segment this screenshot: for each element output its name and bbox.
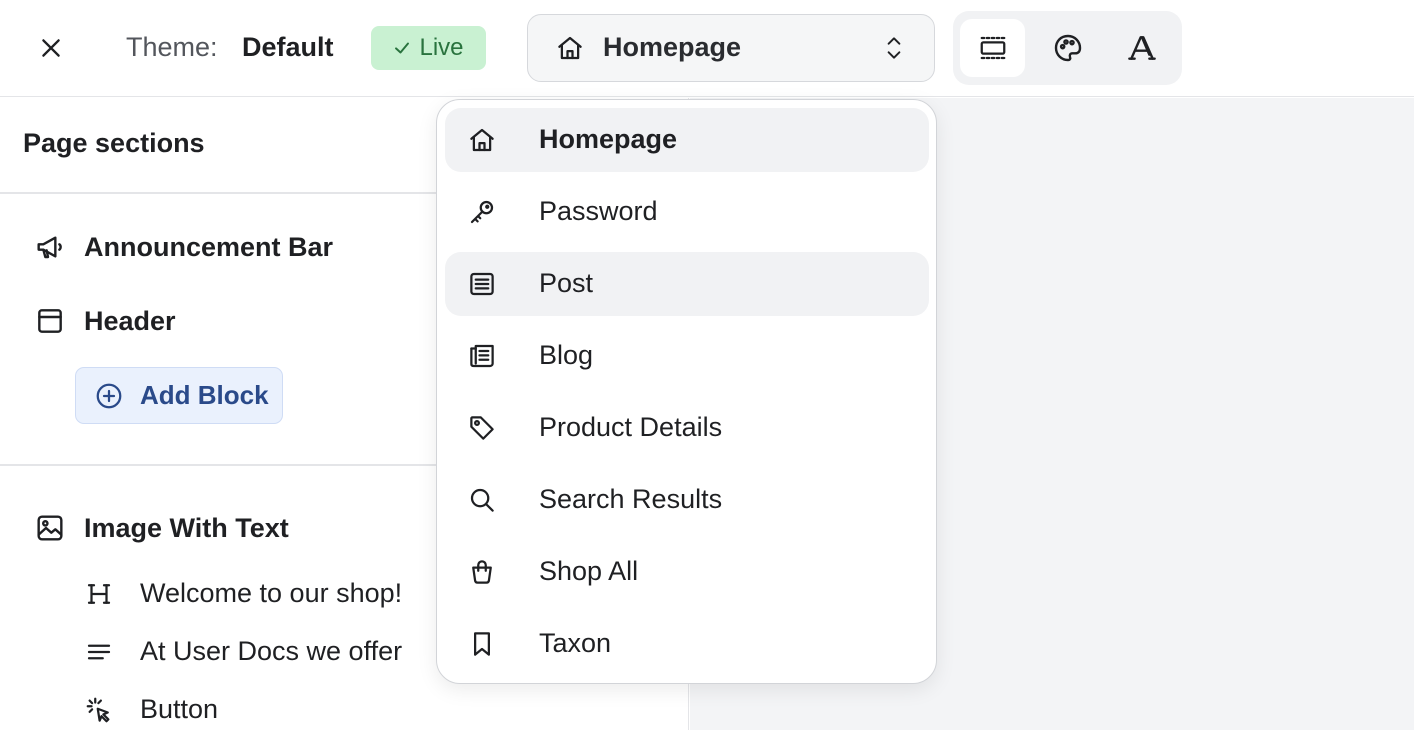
page-select-value: Homepage — [603, 32, 742, 62]
close-icon — [42, 39, 60, 57]
palette-icon — [1054, 34, 1081, 62]
add-block-label: Add Block — [140, 380, 269, 410]
block-label: Button — [140, 694, 219, 724]
image-icon — [37, 515, 63, 541]
dropdown-item-label: Homepage — [539, 124, 678, 154]
close-button[interactable] — [34, 31, 68, 65]
block-text[interactable]: At User Docs we offer — [84, 636, 402, 667]
section-image-with-text[interactable]: Image With Text — [34, 512, 289, 544]
theme-name: Default — [242, 32, 334, 62]
dropdown-item-search-results[interactable]: Search Results — [445, 468, 929, 532]
page-select[interactable]: Homepage — [527, 14, 935, 82]
dropdown-item-taxon[interactable]: Taxon — [445, 612, 929, 676]
dropdown-item-blog[interactable]: Blog — [445, 324, 929, 388]
dropdown-item-shop-all[interactable]: Shop All — [445, 540, 929, 604]
key-icon — [470, 200, 494, 224]
status-badge: Live — [371, 26, 486, 70]
search-icon — [470, 488, 494, 512]
add-block-button[interactable]: Add Block — [75, 367, 283, 424]
section-label: Image With Text — [84, 512, 289, 543]
typography-button[interactable] — [1109, 19, 1174, 77]
theme-label: Theme: — [126, 32, 218, 62]
section-header[interactable]: Header — [34, 305, 176, 337]
panel-title: Page sections — [23, 128, 205, 158]
top-bar: Theme: Default Live Homepage — [0, 0, 1414, 97]
page-select-dropdown: Homepage Password Post Blog Product Deta… — [436, 99, 937, 684]
document-icon — [470, 272, 494, 296]
dropdown-item-password[interactable]: Password — [445, 180, 929, 244]
section-label: Announcement Bar — [84, 231, 334, 262]
home-icon — [558, 36, 582, 60]
dropdown-item-label: Post — [539, 268, 594, 298]
bookmark-icon — [474, 632, 490, 656]
dropdown-item-label: Product Details — [539, 412, 723, 442]
dropdown-item-label: Blog — [539, 340, 594, 370]
dropdown-item-product-details[interactable]: Product Details — [445, 396, 929, 460]
layout-view-button[interactable] — [960, 19, 1025, 77]
plus-circle-icon — [96, 383, 122, 408]
status-badge-label: Live — [419, 34, 464, 61]
newspaper-icon — [470, 344, 494, 368]
dropdown-item-label: Search Results — [539, 484, 723, 514]
dropdown-item-label: Taxon — [539, 628, 612, 658]
pointer-click-icon — [86, 697, 110, 722]
check-icon — [395, 42, 410, 54]
tag-icon — [470, 416, 494, 440]
typography-icon — [1127, 36, 1156, 60]
dropdown-item-label: Password — [539, 196, 658, 226]
view-toggle-group — [953, 11, 1182, 85]
dropdown-item-homepage[interactable]: Homepage — [445, 108, 929, 172]
shopping-bag-icon — [472, 560, 492, 584]
dropdown-item-post[interactable]: Post — [445, 252, 929, 316]
megaphone-icon — [37, 236, 62, 259]
window-icon — [38, 309, 62, 333]
theme-colors-button[interactable] — [1035, 19, 1100, 77]
layout-icon — [980, 36, 1005, 60]
home-icon — [470, 128, 494, 152]
text-icon — [87, 644, 111, 659]
block-heading[interactable]: Welcome to our shop! — [84, 578, 402, 609]
block-button[interactable]: Button — [84, 694, 218, 725]
section-label: Header — [84, 305, 176, 336]
chevron-up-down-icon — [887, 37, 901, 59]
heading-icon — [87, 583, 111, 604]
block-label: At User Docs we offer — [140, 636, 403, 666]
dropdown-item-label: Shop All — [539, 556, 639, 586]
block-label: Welcome to our shop! — [140, 578, 403, 608]
section-announcement-bar[interactable]: Announcement Bar — [34, 231, 333, 263]
